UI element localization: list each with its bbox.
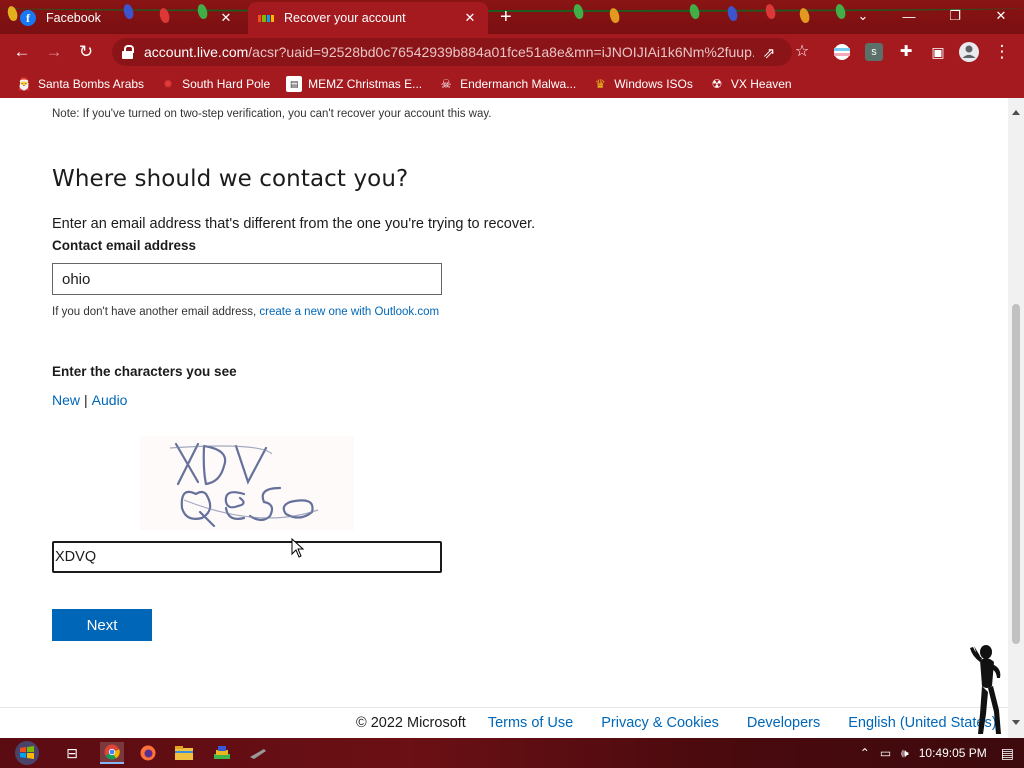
bookmark-item[interactable]: 🎅 Santa Bombs Arabs (16, 76, 145, 92)
captcha-input[interactable] (52, 541, 442, 573)
stack-app-icon[interactable] (210, 742, 234, 764)
bookmark-icon: 🎅 (16, 77, 32, 91)
close-window-button[interactable]: ✕ (978, 0, 1024, 32)
url-path: /acsr?uaid=92528bd0c76542939b884a01fce51… (248, 44, 754, 60)
forward-button[interactable]: → (42, 40, 66, 64)
network-icon[interactable]: ▭ (880, 746, 891, 760)
tab-search-icon[interactable]: ⌄ (840, 0, 886, 32)
bookmark-label: Windows ISOs (614, 77, 693, 91)
privacy-link[interactable]: Privacy & Cookies (601, 715, 719, 731)
alt-email-hint-text: If you don't have another email address, (52, 306, 257, 318)
new-tab-button[interactable]: + (500, 7, 512, 27)
captcha-audio-link[interactable]: Audio (92, 392, 128, 408)
mouse-cursor-icon (291, 538, 305, 558)
flag-extension-icon[interactable] (833, 43, 851, 61)
tab-title: Recover your account (284, 11, 406, 25)
footer-divider (0, 707, 1008, 708)
terms-link[interactable]: Terms of Use (488, 715, 573, 731)
menu-kebab-icon[interactable]: ⋮ (990, 40, 1014, 64)
chrome-taskbar-icon[interactable] (100, 742, 124, 764)
side-panel-icon[interactable]: ▣ (926, 40, 950, 64)
captcha-new-link[interactable]: New (52, 392, 80, 408)
tab-title: Facebook (46, 11, 101, 25)
captcha-links: New | Audio (52, 392, 127, 408)
alt-email-hint: If you don't have another email address,… (52, 306, 439, 318)
maple-leaf-icon: ✹ (163, 77, 174, 91)
close-tab-icon[interactable]: ✕ (462, 10, 478, 26)
bookmark-item[interactable]: ▤ MEMZ Christmas E... (286, 76, 422, 92)
page-icon: ▤ (286, 76, 303, 92)
system-tray: ⌃ ▭ 🕪 10:49:05 PM ▤ (860, 738, 1024, 768)
tab-recover-account[interactable]: Recover your account ✕ (248, 2, 488, 34)
firefox-taskbar-icon[interactable] (136, 742, 160, 764)
taskbar-clock[interactable]: 10:49:05 PM (919, 746, 987, 760)
scrollbar-thumb[interactable] (1012, 304, 1020, 644)
volume-icon[interactable]: 🕪 (901, 746, 909, 761)
skull-icon: ☠ (440, 77, 452, 91)
bookmark-item[interactable]: ☢ VX Heaven (709, 76, 792, 92)
next-button[interactable]: Next (52, 609, 152, 641)
email-instruction: Enter an email address that's different … (52, 216, 536, 232)
heaven-icon: ☢ (711, 77, 723, 91)
create-outlook-link[interactable]: create a new one with Outlook.com (259, 306, 439, 318)
captcha-separator: | (84, 392, 88, 408)
bookmark-label: Santa Bombs Arabs (38, 77, 145, 91)
reload-button[interactable]: ↻ (74, 40, 98, 64)
bookmark-label: VX Heaven (730, 77, 792, 91)
bookmark-star-icon[interactable]: ☆ (790, 40, 814, 64)
vertical-scrollbar[interactable] (1008, 98, 1024, 738)
captcha-image (140, 436, 354, 530)
contact-email-label: Contact email address (52, 238, 197, 253)
notifications-icon[interactable]: ▤ (1001, 745, 1014, 762)
taskbar: ⊟ ⌃ ▭ 🕪 10:49:05 PM ▤ (0, 738, 1024, 768)
app-taskbar-icon[interactable] (246, 742, 270, 764)
bookmark-label: Endermanch Malwa... (460, 77, 577, 91)
bookmark-item[interactable]: ✹ South Hard Pole (160, 76, 270, 92)
facebook-icon: f (20, 10, 36, 26)
address-bar[interactable]: account.live.com/acsr?uaid=92528bd0c7654… (112, 38, 792, 66)
contact-email-input[interactable] (52, 263, 442, 295)
page-content: Note: If you've turned on two-step verif… (0, 98, 1008, 738)
trophy-icon: ♛ (594, 77, 606, 91)
bookmark-item[interactable]: ☠ Endermanch Malwa... (438, 76, 576, 92)
file-explorer-icon[interactable] (172, 742, 196, 764)
lock-icon[interactable] (122, 45, 134, 59)
browser-toolbar: ← → ↻ account.live.com/acsr?uaid=92528bd… (0, 34, 1024, 70)
two-step-note: Note: If you've turned on two-step verif… (52, 108, 492, 120)
start-button-icon[interactable] (10, 740, 44, 766)
show-hidden-icons-icon[interactable]: ⌃ (860, 746, 870, 760)
bookmark-item[interactable]: ♛ Windows ISOs (592, 76, 693, 92)
extensions-icon[interactable]: ✚ (894, 40, 918, 64)
url-host: account.live.com (144, 44, 249, 60)
scroll-down-icon[interactable] (1012, 720, 1020, 725)
page-title: Where should we contact you? (52, 166, 409, 192)
footer: © 2022 Microsoft Terms of Use Privacy & … (356, 715, 1008, 731)
bookmark-label: South Hard Pole (182, 77, 271, 91)
close-tab-icon[interactable]: ✕ (218, 10, 234, 26)
copyright-text: © 2022 Microsoft (356, 715, 466, 731)
s-extension-icon[interactable]: s (865, 43, 883, 61)
task-view-icon[interactable]: ⊟ (60, 742, 84, 764)
profile-avatar-icon[interactable] (958, 41, 980, 63)
bookmarks-bar: 🎅 Santa Bombs Arabs ✹ South Hard Pole ▤ … (0, 70, 1024, 98)
share-icon[interactable]: ⇗ (760, 44, 778, 62)
scroll-up-icon[interactable] (1012, 110, 1020, 115)
minimize-button[interactable]: — (886, 0, 932, 32)
developers-link[interactable]: Developers (747, 715, 820, 731)
tab-facebook[interactable]: f Facebook ✕ (12, 2, 244, 34)
restore-button[interactable]: ❐ (932, 0, 978, 32)
dancing-figure-icon (970, 645, 1001, 734)
tab-strip: f Facebook ✕ Recover your account ✕ + ⌄ … (0, 0, 1024, 34)
url-text[interactable]: account.live.com/acsr?uaid=92528bd0c7654… (144, 44, 754, 60)
microsoft-icon (258, 10, 274, 26)
back-button[interactable]: ← (10, 40, 34, 64)
bookmark-label: MEMZ Christmas E... (308, 77, 423, 91)
captcha-label: Enter the characters you see (52, 364, 237, 379)
